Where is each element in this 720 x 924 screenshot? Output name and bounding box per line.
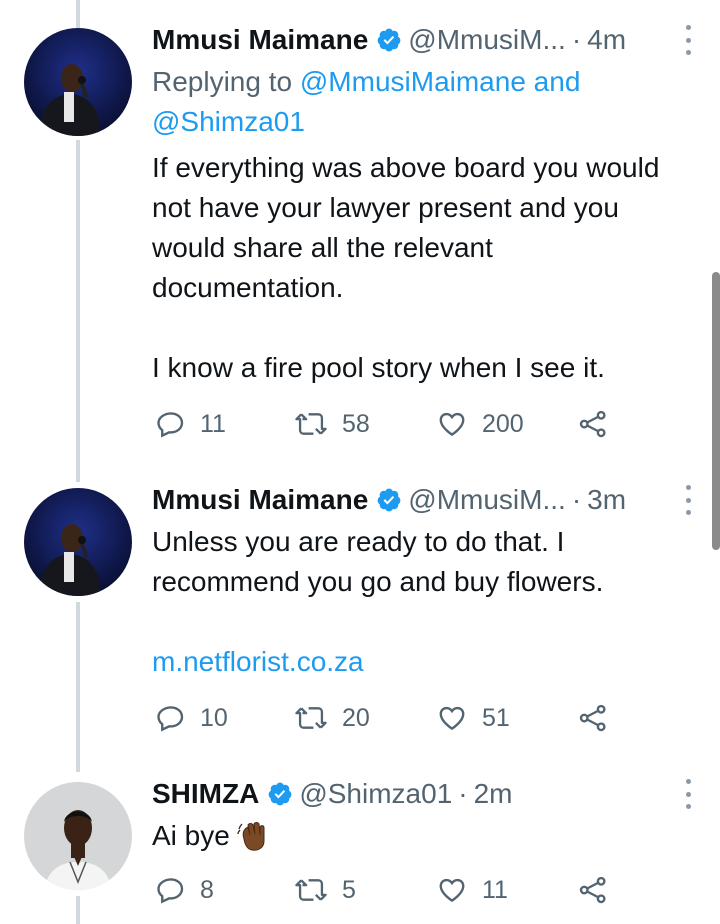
author-handle[interactable]: @Shimza01 [299,778,452,810]
share-icon [579,410,606,438]
tweet-header: Mmusi Maimane @MmusiM... · 3m [152,478,676,522]
like-count: 11 [482,875,508,904]
separator-dot: · [571,24,582,55]
more-icon[interactable] [680,25,696,55]
timestamp[interactable]: 3m [587,484,626,516]
like-button[interactable]: 200 [436,402,524,446]
like-icon [439,706,465,731]
separator-dot: · [571,484,582,515]
mention-link[interactable]: @MmusiMaimane [300,66,526,97]
like-icon [439,412,465,437]
tweet-header: SHIMZA @Shimza01 · 2m [152,772,676,816]
retweet-icon [295,879,327,901]
tweet-link[interactable]: m.netflorist.co.za [152,642,696,682]
share-button[interactable] [578,868,608,912]
like-icon [439,878,465,903]
author-name[interactable]: SHIMZA [152,778,259,810]
more-icon[interactable] [680,485,696,515]
reply-count: 10 [200,703,228,732]
avatar[interactable] [24,782,132,890]
retweet-count: 5 [342,875,356,904]
separator-dot: · [458,778,468,809]
like-count: 200 [482,409,524,438]
retweet-icon [295,413,327,435]
mention-link[interactable]: @Shimza01 [152,106,305,137]
like-button[interactable]: 11 [436,868,508,912]
like-count: 51 [482,703,510,732]
reply-button[interactable]: 8 [156,868,214,912]
like-button[interactable]: 51 [436,696,510,740]
reply-button[interactable]: 10 [156,696,228,740]
share-button[interactable] [578,402,608,446]
reply-button[interactable]: 11 [156,402,226,446]
share-icon [579,876,606,904]
thread-line [76,896,80,924]
verified-badge-icon [268,782,292,806]
reply-icon [157,706,184,732]
thread-line [76,0,80,28]
waving-hand-emoji [237,822,265,851]
scrollbar[interactable] [712,272,720,550]
reply-count: 8 [200,875,214,904]
replying-to: Replying to @MmusiMaimane and @Shimza01 [152,66,581,137]
retweet-count: 20 [342,703,370,732]
tweet-text-row: Ai bye [152,816,696,856]
tweet-text: Unless you are ready to do that. I recom… [152,526,604,597]
tweet-text: If everything was above board you would … [152,152,660,383]
verified-badge-icon [377,488,401,512]
retweet-button[interactable]: 5 [294,868,356,912]
author-name[interactable]: Mmusi Maimane [152,484,368,516]
tweet-actions: 10 20 51 [152,696,632,740]
author-handle[interactable]: @MmusiM... [408,484,566,516]
avatar[interactable] [24,28,132,136]
verified-badge-icon [377,28,401,52]
share-icon [579,704,606,732]
retweet-count: 58 [342,409,370,438]
tweet-header: Mmusi Maimane @MmusiM... · 4m [152,18,676,62]
tweet-text: Ai bye [152,820,230,851]
thread-line [76,602,80,772]
retweet-button[interactable]: 20 [294,696,370,740]
reply-icon [157,878,184,904]
share-button[interactable] [578,696,608,740]
timestamp[interactable]: 2m [474,778,513,810]
retweet-button[interactable]: 58 [294,402,370,446]
more-icon[interactable] [680,779,696,809]
replying-and: and [525,66,581,97]
avatar[interactable] [24,488,132,596]
reply-icon [157,412,184,438]
tweet-actions: 11 58 200 [152,402,632,446]
timestamp[interactable]: 4m [587,24,626,56]
author-name[interactable]: Mmusi Maimane [152,24,368,56]
reply-count: 11 [200,409,226,438]
thread-line [76,140,80,482]
retweet-icon [295,707,327,729]
tweet-actions: 8 5 11 [152,868,632,912]
author-handle[interactable]: @MmusiM... [408,24,566,56]
